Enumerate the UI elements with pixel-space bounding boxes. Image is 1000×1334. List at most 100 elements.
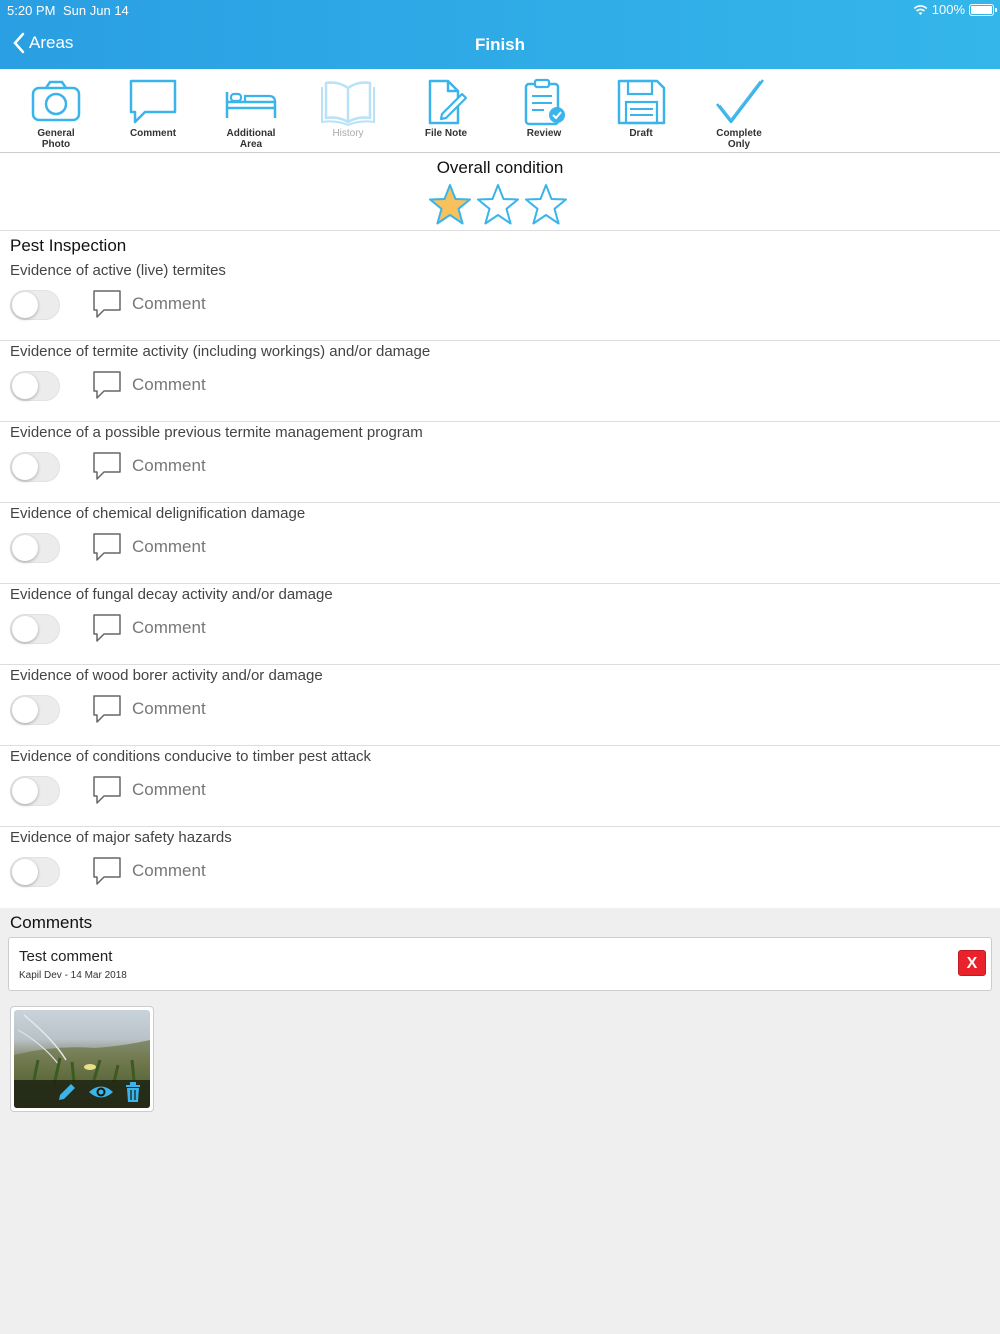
speech-bubble-icon — [93, 857, 121, 885]
book-icon — [321, 81, 375, 126]
item-label: Evidence of a possible previous termite … — [10, 424, 423, 441]
pest-inspection-section: Pest Inspection Evidence of active (live… — [0, 231, 1000, 908]
comment-label: Comment — [132, 861, 206, 880]
inspection-item: Evidence of fungal decay activity and/or… — [0, 584, 1000, 665]
review-button[interactable]: Review — [504, 78, 584, 139]
speech-bubble-icon — [93, 776, 121, 804]
photo-actions — [14, 1080, 150, 1108]
tool-label: Additional Area — [226, 128, 276, 150]
status-bar: 5:20 PM Sun Jun 14 100% — [0, 0, 1000, 20]
status-right: 100% — [913, 2, 997, 17]
inspection-item: Evidence of termite activity (including … — [0, 341, 1000, 422]
item-comment-button[interactable]: Comment — [92, 613, 206, 643]
item-label: Evidence of conditions conducive to timb… — [10, 748, 372, 765]
comment-label: Comment — [132, 618, 206, 637]
comment-meta: Kapil Dev - 14 Mar 2018 — [19, 970, 127, 981]
item-label: Evidence of fungal decay activity and/or… — [10, 586, 333, 603]
file-note-button[interactable]: File Note — [406, 78, 486, 139]
speech-bubble-icon — [93, 614, 121, 642]
inspection-item: Evidence of wood borer activity and/or d… — [0, 665, 1000, 746]
item-toggle[interactable] — [10, 371, 60, 401]
toolbar: General Photo Comment Additional Area Hi… — [0, 69, 1000, 153]
tool-label: General Photo — [37, 128, 75, 150]
page-title: Finish — [474, 35, 526, 54]
comment-label: Comment — [132, 699, 206, 718]
tool-label: Complete Only — [716, 128, 762, 150]
tool-label: History — [332, 128, 364, 139]
item-label: Evidence of active (live) termites — [10, 262, 226, 279]
comment-label: Comment — [132, 294, 206, 313]
battery-icon — [969, 3, 997, 16]
inspection-item: Evidence of major safety hazards Comment — [0, 827, 1000, 908]
item-label: Evidence of major safety hazards — [10, 829, 232, 846]
star-icon[interactable] — [524, 183, 568, 227]
item-comment-button[interactable]: Comment — [92, 694, 206, 724]
photo-thumbnail[interactable] — [14, 1010, 150, 1108]
comment-card: Test comment Kapil Dev - 14 Mar 2018 X — [8, 937, 992, 991]
comments-title: Comments — [10, 913, 93, 932]
item-comment-button[interactable]: Comment — [92, 856, 206, 886]
comment-label: Comment — [132, 375, 206, 394]
additional-area-button[interactable]: Additional Area — [211, 78, 291, 150]
speech-bubble-icon — [93, 290, 121, 318]
trash-icon[interactable] — [124, 1081, 142, 1108]
item-toggle[interactable] — [10, 776, 60, 806]
status-time: 5:20 PM — [7, 3, 56, 18]
file-edit-icon — [428, 79, 468, 125]
draft-button[interactable]: Draft — [601, 78, 681, 139]
general-photo-button[interactable]: General Photo — [16, 78, 96, 150]
comment-text: Test comment — [19, 948, 113, 965]
comment-tool-button[interactable]: Comment — [113, 78, 193, 139]
history-button[interactable]: History — [308, 78, 388, 139]
battery-percent: 100% — [931, 2, 965, 17]
bed-icon — [225, 92, 277, 118]
overall-condition: Overall condition — [0, 153, 1000, 231]
item-comment-button[interactable]: Comment — [92, 451, 206, 481]
speech-bubble-icon — [93, 371, 121, 399]
inspection-item: Evidence of active (live) termites Comme… — [0, 260, 1000, 341]
floppy-disk-icon — [617, 79, 666, 125]
speech-bubble-icon — [129, 79, 177, 124]
item-comment-button[interactable]: Comment — [92, 775, 206, 805]
item-toggle[interactable] — [10, 533, 60, 563]
pencil-icon[interactable] — [56, 1081, 78, 1108]
tool-label: Comment — [129, 128, 177, 139]
complete-only-button[interactable]: Complete Only — [699, 78, 779, 150]
item-toggle[interactable] — [10, 452, 60, 482]
star-icon[interactable] — [428, 183, 472, 227]
item-comment-button[interactable]: Comment — [92, 289, 206, 319]
speech-bubble-icon — [93, 452, 121, 480]
item-comment-button[interactable]: Comment — [92, 370, 206, 400]
speech-bubble-icon — [93, 533, 121, 561]
star-icon[interactable] — [476, 183, 520, 227]
item-label: Evidence of termite activity (including … — [10, 343, 431, 360]
delete-comment-button[interactable]: X — [958, 950, 986, 976]
tool-label: File Note — [424, 128, 468, 139]
camera-icon — [31, 80, 81, 122]
item-toggle[interactable] — [10, 857, 60, 887]
item-toggle[interactable] — [10, 290, 60, 320]
comment-label: Comment — [132, 780, 206, 799]
comment-label: Comment — [132, 456, 206, 475]
tool-label: Draft — [629, 128, 653, 139]
inspection-item: Evidence of a possible previous termite … — [0, 422, 1000, 503]
condition-title: Overall condition — [436, 158, 564, 177]
tool-label: Review — [526, 128, 562, 139]
comment-label: Comment — [132, 537, 206, 556]
speech-bubble-icon — [93, 695, 121, 723]
item-label: Evidence of chemical delignification dam… — [10, 505, 306, 522]
inspection-item: Evidence of chemical delignification dam… — [0, 503, 1000, 584]
star-rating — [428, 183, 568, 227]
clipboard-check-icon — [524, 78, 565, 126]
item-label: Evidence of wood borer activity and/or d… — [10, 667, 323, 684]
item-toggle[interactable] — [10, 695, 60, 725]
item-toggle[interactable] — [10, 614, 60, 644]
nav-header: 5:20 PM Sun Jun 14 100% Areas Finish — [0, 0, 1000, 69]
photo-thumbnail-card — [10, 1006, 154, 1112]
eye-icon[interactable] — [88, 1081, 114, 1108]
inspection-item: Evidence of conditions conducive to timb… — [0, 746, 1000, 827]
status-date: Sun Jun 14 — [63, 3, 129, 18]
section-title: Pest Inspection — [10, 236, 127, 255]
item-comment-button[interactable]: Comment — [92, 532, 206, 562]
checkmark-icon — [716, 79, 764, 124]
